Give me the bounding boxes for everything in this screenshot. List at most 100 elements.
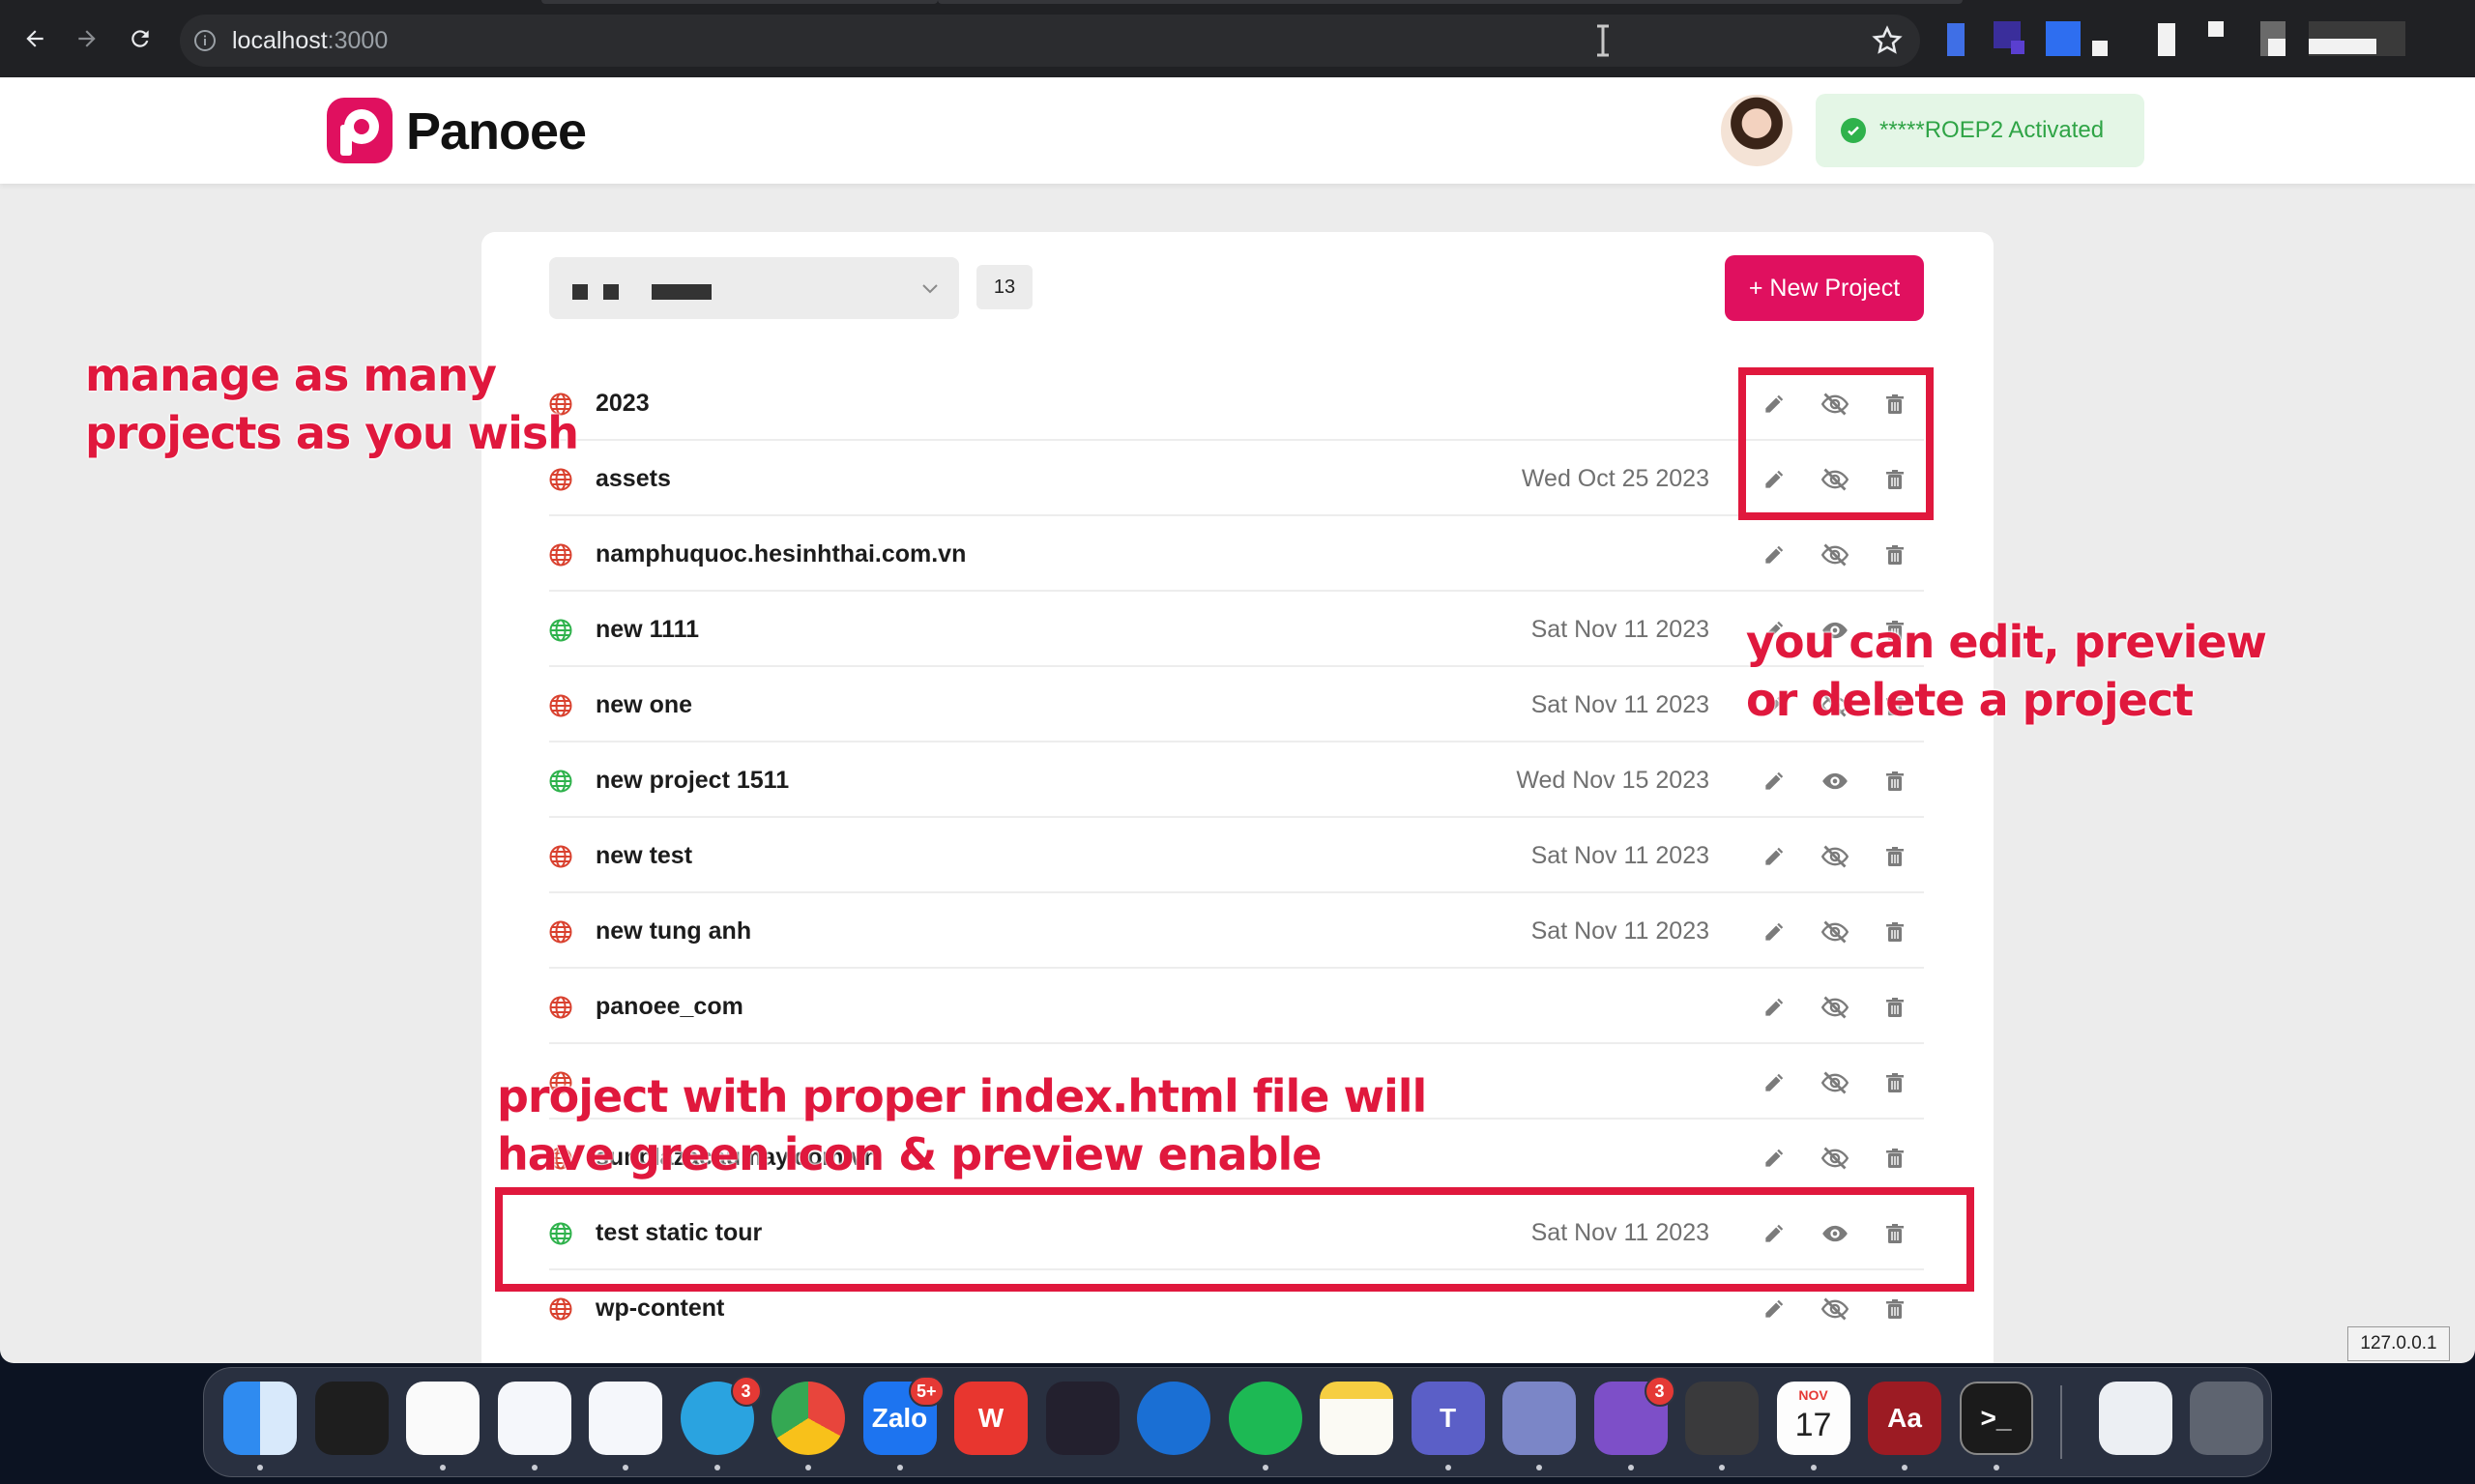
preview-button[interactable]: [1820, 1068, 1849, 1097]
project-row[interactable]: new test Sat Nov 11 2023: [549, 818, 1924, 893]
project-date: Sat Nov 11 2023: [1530, 691, 1709, 718]
dock-obsidian-icon[interactable]: [1045, 1382, 1120, 1455]
extension-icon[interactable]: [2158, 23, 2175, 56]
trash-icon: [1886, 1073, 1904, 1092]
dock-terminal-icon[interactable]: >_: [1959, 1382, 2033, 1455]
workspace-select[interactable]: [549, 257, 959, 319]
dock-finder-icon[interactable]: [223, 1382, 297, 1455]
project-name[interactable]: new test: [596, 839, 692, 872]
info-icon[interactable]: [193, 29, 217, 52]
extension-icon[interactable]: [1947, 23, 1965, 56]
project-row[interactable]: new tung anh Sat Nov 11 2023: [549, 893, 1924, 969]
project-name[interactable]: namphuquoc.hesinhthai.com.vn: [596, 538, 966, 570]
preview-button[interactable]: [1820, 1295, 1849, 1324]
delete-button[interactable]: [1880, 540, 1909, 569]
dock-calculator-icon[interactable]: [1685, 1382, 1759, 1455]
edit-button[interactable]: [1760, 767, 1789, 796]
dock-chrome-icon[interactable]: [772, 1382, 845, 1455]
pencil-icon: [1765, 1149, 1784, 1167]
bookmark-star-icon[interactable]: [1871, 24, 1904, 57]
project-name[interactable]: assets: [596, 462, 671, 495]
eye-off-icon: [1821, 1147, 1849, 1170]
edit-button[interactable]: [1760, 540, 1789, 569]
project-row[interactable]: new 1111 Sat Nov 11 2023: [549, 592, 1924, 667]
project-row[interactable]: new one Sat Nov 11 2023: [549, 667, 1924, 742]
dock-vscode-icon[interactable]: [589, 1382, 662, 1455]
edit-button[interactable]: [1760, 1068, 1789, 1097]
extension-icon[interactable]: [2046, 21, 2081, 56]
running-indicator: [1536, 1465, 1542, 1470]
delete-button[interactable]: [1880, 842, 1909, 871]
extension-icon[interactable]: [2011, 41, 2024, 54]
dock-trash-icon[interactable]: [2190, 1382, 2263, 1455]
edit-button[interactable]: [1760, 1295, 1789, 1324]
dock-calendar-icon[interactable]: NOV 17: [1776, 1382, 1850, 1455]
delete-button[interactable]: [1880, 767, 1909, 796]
dock-spotify-icon[interactable]: [1228, 1382, 1302, 1455]
preview-button[interactable]: [1820, 767, 1849, 796]
back-button[interactable]: [15, 19, 54, 58]
delete-button[interactable]: [1880, 917, 1909, 946]
dock-transmit-icon[interactable]: [1502, 1382, 1576, 1455]
project-row[interactable]: assets Wed Oct 25 2023: [549, 441, 1924, 516]
dock-teams-icon[interactable]: T: [1411, 1382, 1485, 1455]
panoee-logo-icon[interactable]: [327, 98, 393, 163]
project-name[interactable]: new one: [596, 688, 692, 721]
running-indicator: [257, 1465, 263, 1470]
project-name[interactable]: 2023: [596, 387, 650, 420]
delete-button[interactable]: [1880, 1068, 1909, 1097]
dock-viber-icon[interactable]: 3: [1593, 1376, 1675, 1455]
running-indicator: [623, 1465, 628, 1470]
annotation-actions: you can edit, preview or delete a projec…: [1746, 616, 2267, 726]
url-text[interactable]: localhost:3000: [232, 25, 388, 56]
pencil-icon: [1765, 771, 1784, 790]
dock-notes-icon[interactable]: [1320, 1382, 1393, 1455]
extension-icon[interactable]: [2268, 39, 2286, 56]
license-status-badge: *****ROEP2 Activated: [1816, 94, 2144, 167]
dock-clickup-icon[interactable]: [406, 1382, 480, 1455]
edit-button[interactable]: [1760, 917, 1789, 946]
project-name[interactable]: wp-content: [596, 1292, 724, 1324]
dock-dictionary-icon[interactable]: Aa: [1868, 1382, 1941, 1455]
globe-icon: [549, 1297, 572, 1321]
extension-icon[interactable]: [2208, 21, 2224, 37]
project-name[interactable]: new tung anh: [596, 915, 751, 947]
preview-button[interactable]: [1820, 1144, 1849, 1173]
forward-button[interactable]: [68, 19, 106, 58]
dock-app-label: Aa: [1887, 1403, 1922, 1433]
reload-button[interactable]: [121, 19, 160, 58]
project-row[interactable]: namphuquoc.hesinhthai.com.vn: [549, 516, 1924, 592]
preview-button[interactable]: [1820, 917, 1849, 946]
new-project-button[interactable]: + New Project: [1725, 255, 1924, 321]
project-name[interactable]: panoee_com: [596, 990, 743, 1023]
extension-icon[interactable]: [2092, 41, 2108, 56]
preview-button[interactable]: [1820, 540, 1849, 569]
preview-button[interactable]: [1820, 842, 1849, 871]
edit-button[interactable]: [1760, 993, 1789, 1022]
preview-button[interactable]: [1820, 993, 1849, 1022]
trash-icon: [1886, 771, 1904, 791]
user-avatar[interactable]: [1719, 93, 1794, 168]
dock-todo-icon[interactable]: [497, 1382, 571, 1455]
dock-figma-icon[interactable]: [314, 1382, 389, 1455]
dock-zalo-icon[interactable]: Zalo 5+: [862, 1376, 945, 1455]
dock-wps-icon[interactable]: W: [954, 1382, 1028, 1455]
edit-button[interactable]: [1760, 1144, 1789, 1173]
dock-browser-icon[interactable]: [1137, 1382, 1210, 1455]
edit-button[interactable]: [1760, 842, 1789, 871]
project-row[interactable]: new project 1511 Wed Nov 15 2023: [549, 742, 1924, 818]
address-bar[interactable]: [180, 15, 1920, 67]
delete-button[interactable]: [1880, 993, 1909, 1022]
project-name[interactable]: new 1111: [596, 613, 699, 646]
dock-telegram-icon[interactable]: 3: [680, 1376, 762, 1455]
delete-button[interactable]: [1880, 1144, 1909, 1173]
project-row[interactable]: 2023: [549, 365, 1924, 441]
trash-icon: [1886, 1149, 1904, 1168]
project-name[interactable]: new project 1511: [596, 764, 789, 797]
project-row[interactable]: panoee_com: [549, 969, 1924, 1044]
extension-icon[interactable]: [2309, 39, 2376, 54]
delete-button[interactable]: [1880, 1295, 1909, 1324]
app-viewport: Panoee *****ROEP2 Activated 13 + New Pro…: [0, 77, 2475, 1363]
dock-screenshot-icon[interactable]: [2099, 1382, 2172, 1455]
reload-icon: [131, 30, 149, 47]
